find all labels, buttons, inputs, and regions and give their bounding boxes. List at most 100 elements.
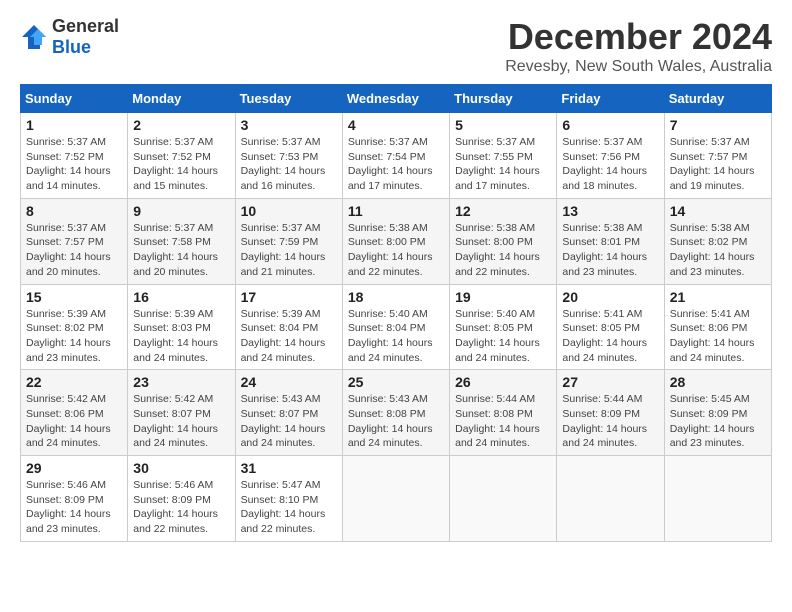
calendar-cell: 17Sunrise: 5:39 AMSunset: 8:04 PMDayligh… bbox=[235, 284, 342, 370]
day-number: 16 bbox=[133, 289, 229, 305]
day-info: Sunrise: 5:37 AMSunset: 7:52 PMDaylight:… bbox=[133, 135, 229, 194]
day-info: Sunrise: 5:37 AMSunset: 7:58 PMDaylight:… bbox=[133, 221, 229, 280]
calendar-cell: 19 Sunrise: 5:40 AMSunset: 8:05 PMDayligh… bbox=[450, 284, 557, 370]
day-number: 19 bbox=[455, 289, 551, 305]
header-friday: Friday bbox=[557, 85, 664, 113]
day-number: 6 bbox=[562, 117, 658, 133]
day-number: 20 bbox=[562, 289, 658, 305]
day-info: Sunrise: 5:38 AMSunset: 8:02 PMDaylight:… bbox=[670, 221, 766, 280]
day-info: Sunrise: 5:42 AMSunset: 8:06 PMDaylight:… bbox=[26, 392, 122, 451]
day-info: Sunrise: 5:39 AMSunset: 8:03 PMDaylight:… bbox=[133, 307, 229, 366]
calendar-table: SundayMondayTuesdayWednesdayThursdayFrid… bbox=[20, 84, 772, 542]
day-info: Sunrise: 5:37 AMSunset: 7:55 PMDaylight:… bbox=[455, 135, 551, 194]
day-info: Sunrise: 5:43 AMSunset: 8:08 PMDaylight:… bbox=[348, 392, 444, 451]
calendar-cell: 7 Sunrise: 5:37 AMSunset: 7:57 PMDaylight… bbox=[664, 113, 771, 199]
calendar-cell: 12 Sunrise: 5:38 AMSunset: 8:00 PMDayligh… bbox=[450, 198, 557, 284]
month-title: December 2024 bbox=[505, 16, 772, 58]
day-number: 23 bbox=[133, 374, 229, 390]
calendar-cell: 8 Sunrise: 5:37 AMSunset: 7:57 PMDaylight… bbox=[21, 198, 128, 284]
day-info: Sunrise: 5:38 AMSunset: 8:01 PMDaylight:… bbox=[562, 221, 658, 280]
header-thursday: Thursday bbox=[450, 85, 557, 113]
logo-icon bbox=[20, 23, 48, 51]
location-title: Revesby, New South Wales, Australia bbox=[505, 58, 772, 76]
day-info: Sunrise: 5:37 AMSunset: 7:57 PMDaylight:… bbox=[26, 221, 122, 280]
day-number: 11 bbox=[348, 203, 444, 219]
calendar-cell: 2 Sunrise: 5:37 AMSunset: 7:52 PMDaylight… bbox=[128, 113, 235, 199]
day-number: 7 bbox=[670, 117, 766, 133]
day-number: 31 bbox=[241, 460, 337, 476]
day-number: 13 bbox=[562, 203, 658, 219]
calendar-cell: 15 Sunrise: 5:39 AMSunset: 8:02 PMDayligh… bbox=[21, 284, 128, 370]
calendar-cell: 1 Sunrise: 5:37 AMSunset: 7:52 PMDaylight… bbox=[21, 113, 128, 199]
day-number: 1 bbox=[26, 117, 122, 133]
calendar-cell: 6 Sunrise: 5:37 AMSunset: 7:56 PMDaylight… bbox=[557, 113, 664, 199]
logo: General Blue bbox=[20, 16, 119, 58]
day-info: Sunrise: 5:37 AMSunset: 7:53 PMDaylight:… bbox=[241, 135, 337, 194]
calendar-cell: 30Sunrise: 5:46 AMSunset: 8:09 PMDayligh… bbox=[128, 456, 235, 542]
calendar-cell: 26Sunrise: 5:44 AMSunset: 8:08 PMDayligh… bbox=[450, 370, 557, 456]
day-info: Sunrise: 5:40 AMSunset: 8:05 PMDaylight:… bbox=[455, 307, 551, 366]
calendar-cell: 25 Sunrise: 5:43 AMSunset: 8:08 PMDayligh… bbox=[342, 370, 449, 456]
title-area: December 2024 Revesby, New South Wales, … bbox=[505, 16, 772, 76]
calendar-cell: 29Sunrise: 5:46 AMSunset: 8:09 PMDayligh… bbox=[21, 456, 128, 542]
day-info: Sunrise: 5:47 AMSunset: 8:10 PMDaylight:… bbox=[241, 478, 337, 537]
calendar-cell bbox=[450, 456, 557, 542]
calendar-cell: 11 Sunrise: 5:38 AMSunset: 8:00 PMDayligh… bbox=[342, 198, 449, 284]
day-number: 5 bbox=[455, 117, 551, 133]
calendar-cell: 27 Sunrise: 5:44 AMSunset: 8:09 PMDayligh… bbox=[557, 370, 664, 456]
day-info: Sunrise: 5:39 AMSunset: 8:04 PMDaylight:… bbox=[241, 307, 337, 366]
day-info: Sunrise: 5:42 AMSunset: 8:07 PMDaylight:… bbox=[133, 392, 229, 451]
calendar-cell: 28Sunrise: 5:45 AMSunset: 8:09 PMDayligh… bbox=[664, 370, 771, 456]
day-number: 29 bbox=[26, 460, 122, 476]
day-number: 30 bbox=[133, 460, 229, 476]
day-info: Sunrise: 5:37 AMSunset: 7:52 PMDaylight:… bbox=[26, 135, 122, 194]
calendar-week-row: 8 Sunrise: 5:37 AMSunset: 7:57 PMDaylight… bbox=[21, 198, 772, 284]
day-info: Sunrise: 5:40 AMSunset: 8:04 PMDaylight:… bbox=[348, 307, 444, 366]
calendar-cell: 31 Sunrise: 5:47 AMSunset: 8:10 PMDayligh… bbox=[235, 456, 342, 542]
day-number: 4 bbox=[348, 117, 444, 133]
day-number: 21 bbox=[670, 289, 766, 305]
day-number: 3 bbox=[241, 117, 337, 133]
day-info: Sunrise: 5:38 AMSunset: 8:00 PMDaylight:… bbox=[348, 221, 444, 280]
day-info: Sunrise: 5:44 AMSunset: 8:09 PMDaylight:… bbox=[562, 392, 658, 451]
day-info: Sunrise: 5:37 AMSunset: 7:57 PMDaylight:… bbox=[670, 135, 766, 194]
page-header: General Blue December 2024 Revesby, New … bbox=[20, 16, 772, 76]
day-number: 2 bbox=[133, 117, 229, 133]
calendar-cell: 4 Sunrise: 5:37 AMSunset: 7:54 PMDaylight… bbox=[342, 113, 449, 199]
day-info: Sunrise: 5:37 AMSunset: 7:59 PMDaylight:… bbox=[241, 221, 337, 280]
day-info: Sunrise: 5:38 AMSunset: 8:00 PMDaylight:… bbox=[455, 221, 551, 280]
header-tuesday: Tuesday bbox=[235, 85, 342, 113]
calendar-cell bbox=[557, 456, 664, 542]
calendar-cell: 24Sunrise: 5:43 AMSunset: 8:07 PMDayligh… bbox=[235, 370, 342, 456]
calendar-cell bbox=[342, 456, 449, 542]
calendar-week-row: 1 Sunrise: 5:37 AMSunset: 7:52 PMDaylight… bbox=[21, 113, 772, 199]
calendar-cell: 3 Sunrise: 5:37 AMSunset: 7:53 PMDaylight… bbox=[235, 113, 342, 199]
calendar-cell: 5 Sunrise: 5:37 AMSunset: 7:55 PMDaylight… bbox=[450, 113, 557, 199]
calendar-cell: 9 Sunrise: 5:37 AMSunset: 7:58 PMDaylight… bbox=[128, 198, 235, 284]
day-number: 9 bbox=[133, 203, 229, 219]
day-info: Sunrise: 5:45 AMSunset: 8:09 PMDaylight:… bbox=[670, 392, 766, 451]
day-number: 25 bbox=[348, 374, 444, 390]
day-number: 12 bbox=[455, 203, 551, 219]
header-sunday: Sunday bbox=[21, 85, 128, 113]
calendar-cell: 16 Sunrise: 5:39 AMSunset: 8:03 PMDayligh… bbox=[128, 284, 235, 370]
day-number: 14 bbox=[670, 203, 766, 219]
day-info: Sunrise: 5:37 AMSunset: 7:56 PMDaylight:… bbox=[562, 135, 658, 194]
calendar-cell: 13 Sunrise: 5:38 AMSunset: 8:01 PMDayligh… bbox=[557, 198, 664, 284]
calendar-cell: 10Sunrise: 5:37 AMSunset: 7:59 PMDayligh… bbox=[235, 198, 342, 284]
calendar-header-row: SundayMondayTuesdayWednesdayThursdayFrid… bbox=[21, 85, 772, 113]
day-number: 27 bbox=[562, 374, 658, 390]
calendar-cell: 22 Sunrise: 5:42 AMSunset: 8:06 PMDayligh… bbox=[21, 370, 128, 456]
header-monday: Monday bbox=[128, 85, 235, 113]
day-number: 15 bbox=[26, 289, 122, 305]
day-number: 22 bbox=[26, 374, 122, 390]
day-number: 18 bbox=[348, 289, 444, 305]
day-info: Sunrise: 5:41 AMSunset: 8:06 PMDaylight:… bbox=[670, 307, 766, 366]
calendar-cell: 23 Sunrise: 5:42 AMSunset: 8:07 PMDayligh… bbox=[128, 370, 235, 456]
day-number: 8 bbox=[26, 203, 122, 219]
day-info: Sunrise: 5:39 AMSunset: 8:02 PMDaylight:… bbox=[26, 307, 122, 366]
header-wednesday: Wednesday bbox=[342, 85, 449, 113]
day-number: 26 bbox=[455, 374, 551, 390]
calendar-week-row: 29Sunrise: 5:46 AMSunset: 8:09 PMDayligh… bbox=[21, 456, 772, 542]
day-info: Sunrise: 5:37 AMSunset: 7:54 PMDaylight:… bbox=[348, 135, 444, 194]
